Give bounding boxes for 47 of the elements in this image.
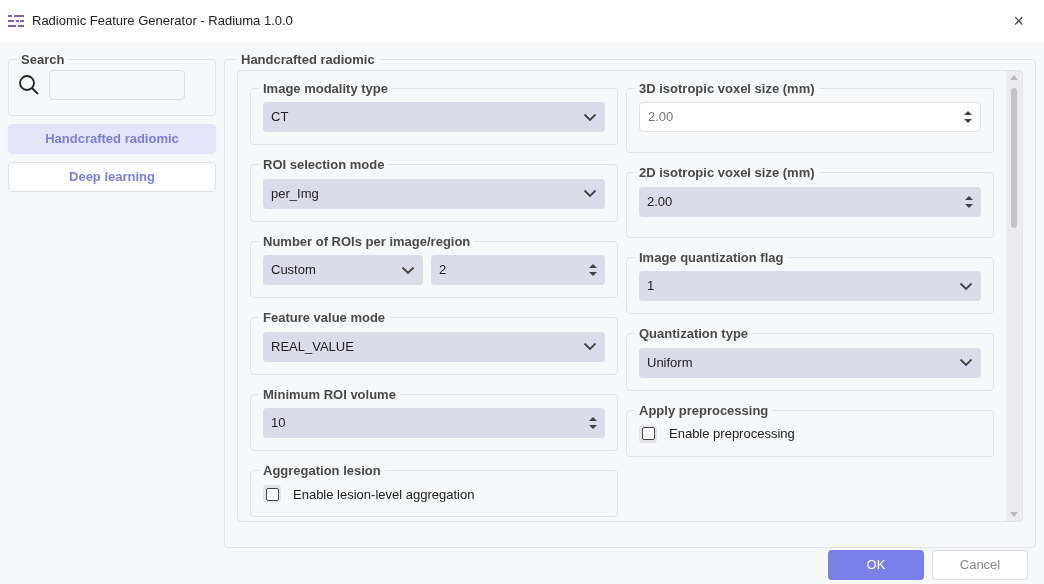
group-label: Minimum ROI volume: [262, 385, 397, 404]
scrollbar-thumb[interactable]: [1011, 87, 1017, 228]
search-field[interactable]: [49, 69, 185, 100]
group-label: Search: [20, 51, 66, 69]
spin-arrows-icon: [589, 263, 597, 277]
close-button[interactable]: ×: [1001, 7, 1036, 35]
group-label: Quantization type: [638, 325, 750, 343]
scroll-up-icon: [1010, 74, 1018, 80]
group-label: 3D isotropic voxel size (mm): [638, 79, 816, 98]
checkbox[interactable]: [639, 424, 657, 443]
chevron-down-icon: [401, 265, 415, 275]
group-label: Image modality type: [262, 79, 389, 98]
window-title: Radiomic Feature Generator - Radiuma 1.0.0: [32, 12, 294, 31]
group-label: 2D isotropic voxel size (mm): [638, 164, 816, 182]
nav-button[interactable]: Deep learning: [8, 162, 216, 192]
spin-arrows-icon: [964, 110, 972, 124]
group-label: Image quantization flag: [638, 248, 785, 267]
checkbox[interactable]: [263, 485, 281, 504]
chevron-down-icon: [583, 189, 597, 198]
scroll-down-icon: [1010, 511, 1018, 517]
chevron-down-icon: [583, 112, 597, 122]
dropdown[interactable]: CT: [263, 102, 605, 132]
chevron-down-icon: [583, 342, 597, 351]
spin-arrows-icon: [965, 194, 973, 209]
dialog-button[interactable]: Cancel: [932, 550, 1028, 580]
dropdown[interactable]: REAL_VALUE: [263, 331, 605, 362]
scrollbar[interactable]: [1006, 70, 1022, 521]
checkbox-label: Enable preprocessing: [669, 425, 795, 443]
group-label: Handcrafted radiomic: [240, 51, 376, 69]
app-logo-icon: [8, 15, 24, 27]
group-label: Apply preprocessing: [638, 401, 770, 420]
spin-box[interactable]: 2: [431, 255, 605, 285]
spin-box[interactable]: 2.00: [639, 186, 981, 217]
chevron-down-icon: [959, 358, 973, 367]
dropdown[interactable]: Custom: [263, 255, 423, 285]
dropdown[interactable]: 1: [639, 271, 981, 301]
chevron-down-icon: [959, 281, 973, 291]
spin-box[interactable]: 10: [263, 408, 605, 438]
checkbox-label: Enable lesion-level aggregation: [293, 485, 475, 504]
group-label: ROI selection mode: [262, 156, 386, 174]
group-label: Feature value mode: [262, 309, 387, 327]
spin-arrows-icon: [589, 416, 597, 430]
dropdown[interactable]: per_Img: [263, 178, 605, 209]
search-icon: [17, 72, 41, 97]
group-label: Aggregation lesion: [262, 462, 382, 480]
group-label: Number of ROIs per image/region: [262, 232, 472, 251]
dropdown[interactable]: Uniform: [639, 347, 981, 378]
